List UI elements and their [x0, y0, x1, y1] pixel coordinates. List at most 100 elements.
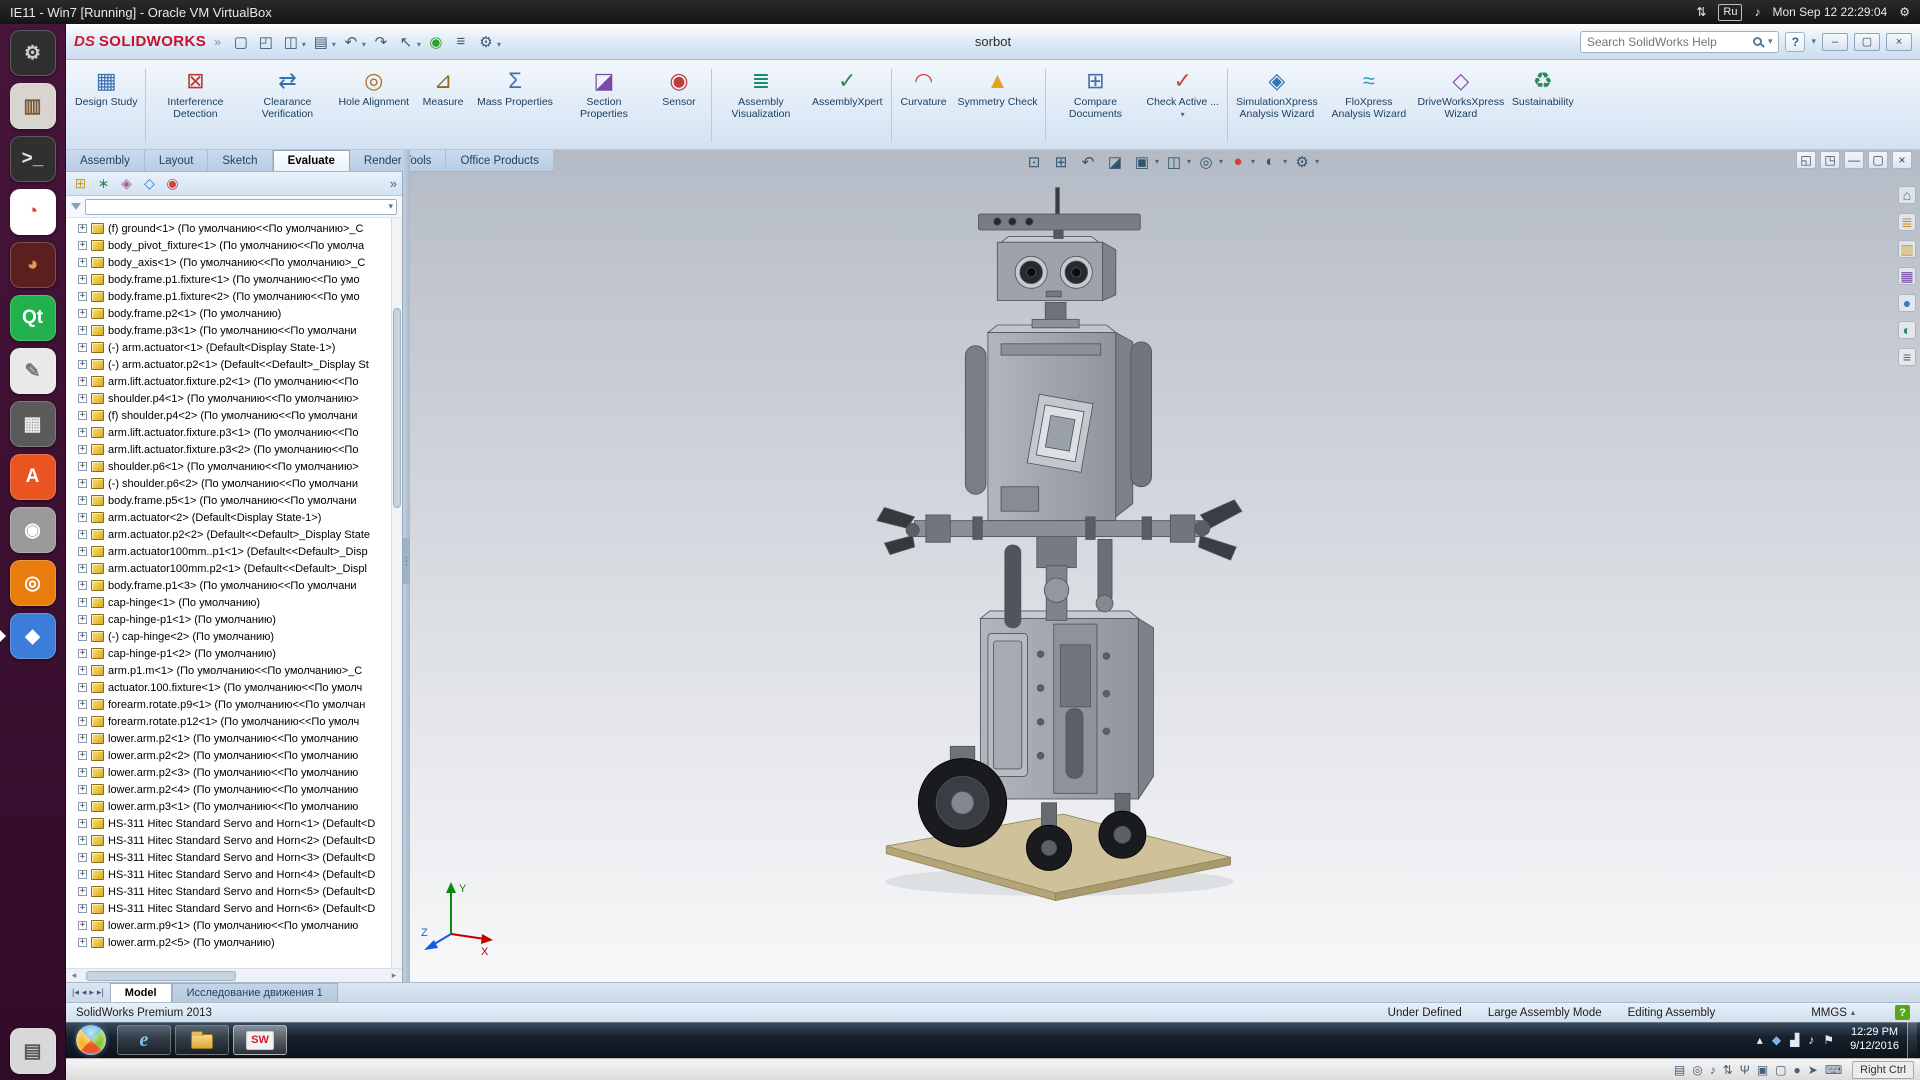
- tree-item[interactable]: +lower.arm.p2<5> (По умолчанию): [78, 934, 390, 951]
- hud-apply-scene[interactable]: ◐: [1258, 151, 1282, 172]
- hud-zoom-to-area[interactable]: ⊞: [1049, 151, 1073, 172]
- tree-item[interactable]: +(-) shoulder.p6<2> (По умолчанию<<По ум…: [78, 475, 390, 492]
- dock-item-calculator[interactable]: ▦: [10, 401, 56, 447]
- hud-apply-scene-dropdown[interactable]: ▾: [1283, 157, 1287, 166]
- dock-item-media-player[interactable]: ◕: [10, 242, 56, 288]
- tab-layout[interactable]: Layout: [145, 150, 209, 171]
- ribbon-floxpress-analysis-wizard-button[interactable]: ≈FloXpress Analysis Wizard: [1323, 63, 1415, 148]
- tree-item[interactable]: +HS-311 Hitec Standard Servo and Horn<2>…: [78, 832, 390, 849]
- paneltab-displaymanager[interactable]: ◉: [163, 174, 182, 193]
- dock-item-virtualbox[interactable]: ◆: [10, 613, 56, 659]
- tree-item[interactable]: +body.frame.p3<1> (По умолчанию<<По умол…: [78, 322, 390, 339]
- hud-view-settings[interactable]: ⚙: [1290, 151, 1314, 172]
- ribbon-hole-alignment-button[interactable]: ◎Hole Alignment: [333, 63, 414, 148]
- tree-item[interactable]: +body.frame.p5<1> (По умолчанию<<По умол…: [78, 492, 390, 509]
- taskpane-solidworks-resources[interactable]: ⌂: [1898, 186, 1916, 204]
- tree-expander-icon[interactable]: +: [78, 700, 87, 709]
- hud-section-view[interactable]: ◪: [1103, 151, 1127, 172]
- tree-hscroll-thumb[interactable]: [86, 971, 236, 981]
- tree-expander-icon[interactable]: +: [78, 530, 87, 539]
- docwin-split-pane-button[interactable]: ◳: [1820, 151, 1840, 169]
- tree-item[interactable]: +arm.actuator<2> (Default<Display State-…: [78, 509, 390, 526]
- toolbar-print-icon[interactable]: ▤: [309, 30, 333, 54]
- hscroll-left-arrow[interactable]: ◂: [66, 970, 82, 981]
- tree-item[interactable]: +lower.arm.p2<1> (По умолчанию<<По умолч…: [78, 730, 390, 747]
- hud-display-style[interactable]: ◫: [1162, 151, 1186, 172]
- hud-view-orientation[interactable]: ▣: [1130, 151, 1154, 172]
- toolbar-save-dropdown[interactable]: ▾: [302, 40, 306, 49]
- tree-vscroll-thumb[interactable]: [393, 308, 401, 508]
- tree-item[interactable]: +lower.arm.p9<1> (По умолчанию<<По умолч…: [78, 917, 390, 934]
- taskpane-custom-properties[interactable]: ≡: [1898, 348, 1916, 366]
- toolbar-open-document-icon[interactable]: ◰: [254, 30, 278, 54]
- ribbon-symmetry-check-button[interactable]: ▲Symmetry Check: [953, 63, 1043, 148]
- taskpane-file-explorer[interactable]: ▥: [1898, 240, 1916, 258]
- ribbon-simulationxpress-analysis-wizard-button[interactable]: ◈SimulationXpress Analysis Wizard: [1231, 63, 1323, 148]
- hud-edit-appearance-dropdown[interactable]: ▾: [1251, 157, 1255, 166]
- tree-item[interactable]: +lower.arm.p2<2> (По умолчанию<<По умолч…: [78, 747, 390, 764]
- tree-item[interactable]: +body_axis<1> (По умолчанию<<По умолчани…: [78, 254, 390, 271]
- panel-splitter[interactable]: ⋮: [403, 150, 410, 982]
- ribbon-section-properties-button[interactable]: ◪Section Properties: [558, 63, 650, 148]
- tree-item[interactable]: +forearm.rotate.p9<1> (По умолчанию<<По …: [78, 696, 390, 713]
- hscroll-right-arrow[interactable]: ▸: [386, 970, 402, 981]
- robot-assembly-model[interactable]: [860, 176, 1255, 948]
- host-clock[interactable]: Mon Sep 12 22:29:04: [1772, 5, 1887, 19]
- ribbon-driveworksxpress-wizard-button[interactable]: ◇DriveWorksXpress Wizard: [1415, 63, 1507, 148]
- tree-item[interactable]: +lower.arm.p2<4> (По умолчанию<<По умолч…: [78, 781, 390, 798]
- tree-expander-icon[interactable]: +: [78, 904, 87, 913]
- model-tab[interactable]: Model: [110, 983, 172, 1002]
- toolbar-rebuild-icon[interactable]: ◉: [424, 30, 448, 54]
- dock-item-workspace-drawer[interactable]: ▤: [10, 1028, 56, 1074]
- tree-item[interactable]: +HS-311 Hitec Standard Servo and Horn<4>…: [78, 866, 390, 883]
- tree-expander-icon[interactable]: +: [78, 632, 87, 641]
- tree-item[interactable]: +arm.lift.actuator.fixture.p2<1> (По умо…: [78, 373, 390, 390]
- tree-item[interactable]: +HS-311 Hitec Standard Servo and Horn<3>…: [78, 849, 390, 866]
- dock-item-chrome[interactable]: ◔: [10, 189, 56, 235]
- tree-horizontal-scrollbar[interactable]: ◂ ▸: [66, 968, 402, 982]
- keyboard-layout-indicator[interactable]: Ru: [1718, 4, 1742, 21]
- ribbon-interference-detection-button[interactable]: ⊠Interference Detection: [149, 63, 241, 148]
- tree-expander-icon[interactable]: +: [78, 462, 87, 471]
- ribbon-curvature-button[interactable]: ◠Curvature: [895, 63, 953, 148]
- tree-item[interactable]: +shoulder.p4<1> (По умолчанию<<По умолча…: [78, 390, 390, 407]
- tab-sketch[interactable]: Sketch: [208, 150, 272, 171]
- search-icon[interactable]: [1753, 37, 1762, 46]
- tree-item[interactable]: +arm.lift.actuator.fixture.p3<2> (По умо…: [78, 441, 390, 458]
- tree-item[interactable]: +(-) cap-hinge<2> (По умолчанию): [78, 628, 390, 645]
- start-button[interactable]: [76, 1025, 106, 1055]
- tree-item[interactable]: +body.frame.p2<1> (По умолчанию): [78, 305, 390, 322]
- tree-item[interactable]: +forearm.rotate.p12<1> (По умолчанию<<По…: [78, 713, 390, 730]
- hud-hide-show-items-dropdown[interactable]: ▾: [1219, 157, 1223, 166]
- tree-item[interactable]: +arm.lift.actuator.fixture.p3<1> (По умо…: [78, 424, 390, 441]
- toolbar-print-dropdown[interactable]: ▾: [332, 40, 336, 49]
- units-selector[interactable]: MMGS ▴: [1811, 1007, 1855, 1019]
- tree-item[interactable]: +arm.actuator100mm.p2<1> (Default<<Defau…: [78, 560, 390, 577]
- dock-item-qt-creator[interactable]: Qt: [10, 295, 56, 341]
- hud-edit-appearance[interactable]: ●: [1226, 151, 1250, 172]
- tree-item[interactable]: +actuator.100.fixture<1> (По умолчанию<<…: [78, 679, 390, 696]
- docwin-minimize-button[interactable]: —: [1844, 151, 1864, 169]
- tree-expander-icon[interactable]: +: [78, 394, 87, 403]
- panel-expand-button[interactable]: »: [390, 176, 397, 191]
- graphics-area[interactable]: Y X Z ⌂≣▥▦●◐≡: [409, 150, 1920, 982]
- toolbar-save-icon[interactable]: ◫: [279, 30, 303, 54]
- tray-action-center[interactable]: ⚑: [1823, 1033, 1834, 1047]
- tree-item[interactable]: +cap-hinge<1> (По умолчанию): [78, 594, 390, 611]
- tree-expander-icon[interactable]: +: [78, 598, 87, 607]
- tree-expander-icon[interactable]: +: [78, 309, 87, 318]
- tray-vbox-guest[interactable]: ◆: [1772, 1033, 1781, 1047]
- paneltab-propertymanager[interactable]: ∗: [94, 174, 113, 193]
- motion-nav-1[interactable]: ◂: [82, 987, 87, 998]
- help-button[interactable]: ?: [1785, 32, 1805, 52]
- dock-item-software-center[interactable]: ▥: [10, 83, 56, 129]
- filter-dropdown-icon[interactable]: ▾: [385, 201, 396, 212]
- paneltab-dimxpertmanager[interactable]: ◇: [140, 174, 159, 193]
- tray-network[interactable]: ▟: [1790, 1033, 1799, 1047]
- tree-expander-icon[interactable]: +: [78, 224, 87, 233]
- paneltab-featuremanager[interactable]: ⊞: [71, 174, 90, 193]
- taskbar-windows-explorer[interactable]: [175, 1025, 229, 1055]
- tree-expander-icon[interactable]: +: [78, 581, 87, 590]
- taskpane-scene-illumination[interactable]: ◐: [1898, 321, 1916, 339]
- tray-hidden-icons[interactable]: ▴: [1757, 1033, 1763, 1047]
